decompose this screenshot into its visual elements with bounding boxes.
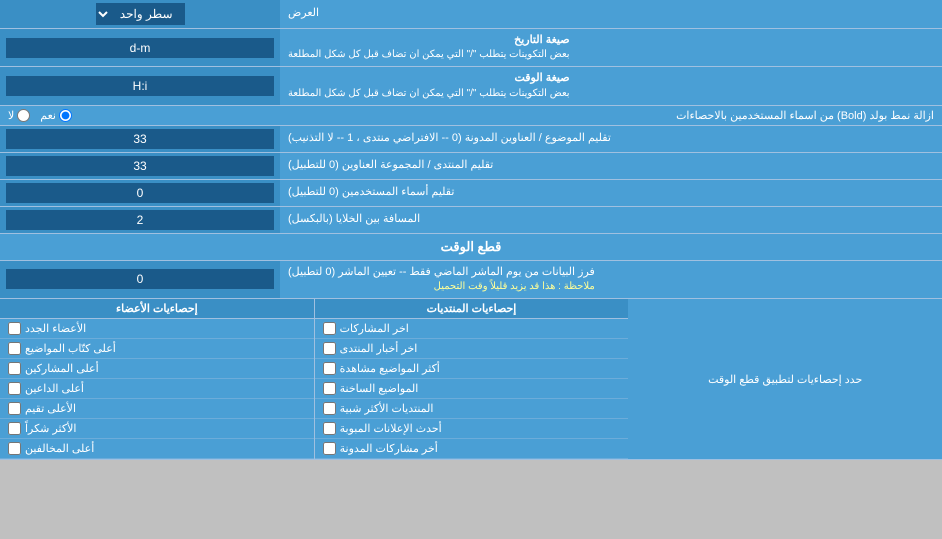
apply-stats-label: حدد إحصاءيات لتطبيق قطع الوقت [704, 369, 866, 390]
checkbox-blog-posts[interactable] [323, 442, 336, 455]
username-trim-row: تقليم أسماء المستخدمين (0 للتطبيل) [0, 180, 942, 207]
cell-spacing-label: المسافة بين الخلايا (بالبكسل) [280, 207, 942, 233]
filter-days-input[interactable] [6, 269, 274, 289]
bold-row: ازالة نمط بولد (Bold) من اسماء المستخدمي… [0, 106, 942, 126]
checkboxes-grid: حدد إحصاءيات لتطبيق قطع الوقت إحصاءيات ا… [0, 299, 942, 459]
cb-forum-news[interactable]: اخر أخبار المنتدى [315, 339, 629, 359]
bold-yes-option[interactable]: نعم [40, 109, 72, 122]
cell-spacing-row: المسافة بين الخلايا (بالبكسل) [0, 207, 942, 234]
subject-order-input[interactable] [6, 129, 274, 149]
date-format-input-container[interactable] [0, 29, 280, 66]
forum-order-input-container[interactable] [0, 153, 280, 179]
cb-new-members[interactable]: الأعضاء الجدد [0, 319, 314, 339]
filter-days-label: فرز البيانات من يوم الماشر الماضي فقط --… [280, 261, 942, 298]
subject-order-label: تقليم الموضوع / العناوين المدونة (0 -- ا… [280, 126, 942, 152]
checkbox-most-thanked[interactable] [8, 422, 21, 435]
checkbox-most-viewed[interactable] [323, 362, 336, 375]
bold-radio-group: نعم لا [8, 109, 72, 122]
username-trim-label: تقليم أسماء المستخدمين (0 للتطبيل) [280, 180, 942, 206]
cb-top-invitors[interactable]: أعلى الداعين [0, 379, 314, 399]
date-format-label: صيغة التاريخ بعض التكوينات يتطلب "/" الت… [280, 29, 942, 66]
cb-top-rated[interactable]: الأعلى تقيم [0, 399, 314, 419]
subject-order-row: تقليم الموضوع / العناوين المدونة (0 -- ا… [0, 126, 942, 153]
checkbox-top-rated[interactable] [8, 402, 21, 415]
cb-top-participants[interactable]: أعلى المشاركين [0, 359, 314, 379]
time-format-input-container[interactable] [0, 67, 280, 104]
username-trim-input[interactable] [6, 183, 274, 203]
date-format-row: صيغة التاريخ بعض التكوينات يتطلب "/" الت… [0, 29, 942, 67]
checkboxes-section: حدد إحصاءيات لتطبيق قطع الوقت إحصاءيات ا… [0, 299, 942, 460]
bold-no-option[interactable]: لا [8, 109, 30, 122]
checkbox-most-similar[interactable] [323, 402, 336, 415]
cb-hot-topics[interactable]: المواضيع الساخنة [315, 379, 629, 399]
subject-order-input-container[interactable] [0, 126, 280, 152]
posts-stats-header: إحصاءيات المنتديات [315, 299, 629, 319]
checkbox-hot-topics[interactable] [323, 382, 336, 395]
checkbox-forum-news[interactable] [323, 342, 336, 355]
checkbox-top-posters[interactable] [8, 342, 21, 355]
cb-blog-posts[interactable]: أخر مشاركات المدونة [315, 439, 629, 459]
cb-most-thanked[interactable]: الأكثر شكراً [0, 419, 314, 439]
cb-most-viewed[interactable]: أكثر المواضيع مشاهدة [315, 359, 629, 379]
bold-label: ازالة نمط بولد (Bold) من اسماء المستخدمي… [72, 109, 934, 122]
members-stats-header: إحصاءيات الأعضاء [0, 299, 314, 319]
time-format-input[interactable] [6, 76, 274, 96]
posts-stats-col: إحصاءيات المنتديات اخر المشاركات اخر أخب… [314, 299, 629, 459]
top-header-row: العرض سطر واحد [0, 0, 942, 29]
cb-top-posters[interactable]: أعلى كتّاب المواضيع [0, 339, 314, 359]
checkbox-top-violators[interactable] [8, 442, 21, 455]
checkbox-last-posts[interactable] [323, 322, 336, 335]
date-format-input[interactable] [6, 38, 274, 58]
cb-most-similar[interactable]: المنتديات الأكثر شبية [315, 399, 629, 419]
display-select[interactable]: سطر واحد [96, 3, 185, 25]
time-format-row: صيغة الوقت بعض التكوينات يتطلب "/" التي … [0, 67, 942, 105]
cb-last-posts[interactable]: اخر المشاركات [315, 319, 629, 339]
time-format-label: صيغة الوقت بعض التكوينات يتطلب "/" التي … [280, 67, 942, 104]
checkbox-top-participants[interactable] [8, 362, 21, 375]
dropdown-container[interactable]: سطر واحد [0, 0, 280, 28]
cell-spacing-input[interactable] [6, 210, 274, 230]
cb-top-violators[interactable]: أعلى المخالفين [0, 439, 314, 459]
forum-order-label: تقليم المنتدى / المجموعة العناوين (0 للت… [280, 153, 942, 179]
filter-days-input-container[interactable] [0, 261, 280, 298]
checkbox-new-members[interactable] [8, 322, 21, 335]
page-title-label: العرض [280, 0, 942, 28]
filter-days-row: فرز البيانات من يوم الماشر الماضي فقط --… [0, 261, 942, 299]
forum-order-input[interactable] [6, 156, 274, 176]
cell-spacing-input-container[interactable] [0, 207, 280, 233]
username-trim-input-container[interactable] [0, 180, 280, 206]
members-stats-col: إحصاءيات الأعضاء الأعضاء الجدد أعلى كتّا… [0, 299, 314, 459]
bold-no-radio[interactable] [17, 109, 30, 122]
bold-yes-radio[interactable] [59, 109, 72, 122]
cb-classified-ads[interactable]: أحدث الإعلانات المبوبة [315, 419, 629, 439]
checkbox-classified-ads[interactable] [323, 422, 336, 435]
time-cut-header: قطع الوقت [0, 234, 942, 261]
apply-col: حدد إحصاءيات لتطبيق قطع الوقت [628, 299, 942, 459]
forum-order-row: تقليم المنتدى / المجموعة العناوين (0 للت… [0, 153, 942, 180]
checkbox-top-invitors[interactable] [8, 382, 21, 395]
